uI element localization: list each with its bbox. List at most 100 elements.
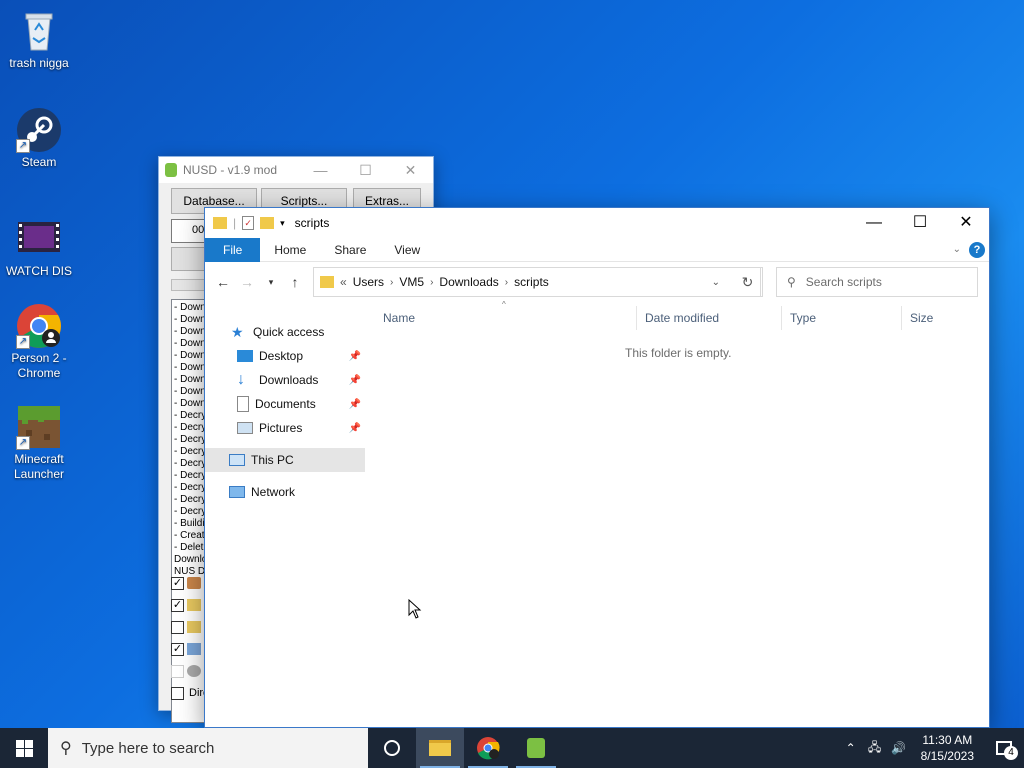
pin-icon[interactable]: 📌 bbox=[349, 375, 361, 386]
nav-label: Pictures bbox=[259, 421, 303, 435]
desktop-icon-label: Minecraft Launcher bbox=[13, 452, 65, 481]
address-dropdown-icon[interactable]: ⌄ bbox=[712, 277, 720, 288]
nav-quick-access[interactable]: ★ Quick access bbox=[205, 320, 365, 344]
nav-network[interactable]: Network bbox=[205, 480, 365, 504]
chevron-right-icon[interactable]: › bbox=[430, 277, 433, 288]
tab-file[interactable]: File bbox=[205, 237, 261, 262]
search-icon: ⚲ bbox=[60, 740, 72, 757]
system-tray: ⌃ 🖧 🔊 11:30 AM 8/15/2023 4 bbox=[839, 728, 1024, 768]
cortana-circle-icon bbox=[384, 740, 400, 756]
nav-documents[interactable]: Documents 📌 bbox=[205, 392, 365, 416]
overflow-chevron-icon[interactable]: « bbox=[340, 275, 347, 289]
title-id-value: 00 bbox=[192, 224, 205, 236]
nusd-app-icon bbox=[527, 738, 545, 758]
mouse-cursor-icon bbox=[408, 598, 422, 622]
desktop-icon-steam[interactable]: ↗ Steam bbox=[0, 107, 78, 170]
expand-ribbon-icon[interactable]: ⌄ bbox=[953, 244, 961, 255]
desktop-icon-recycle-bin[interactable]: trash nigga bbox=[0, 8, 78, 71]
checkbox-2[interactable]: ✓ bbox=[171, 599, 184, 612]
desktop-icon-video[interactable]: WATCH DIS bbox=[0, 216, 78, 279]
taskbar-search-placeholder: Type here to search bbox=[81, 739, 215, 757]
close-button[interactable]: ✕ bbox=[388, 162, 433, 179]
column-headers: Name Date modified Type Size bbox=[375, 306, 980, 330]
close-button[interactable]: ✕ bbox=[943, 208, 989, 238]
volume-icon[interactable]: 🔊 bbox=[887, 741, 911, 755]
breadcrumb-downloads[interactable]: Downloads bbox=[439, 275, 498, 289]
star-icon: ★ bbox=[231, 324, 244, 340]
disk-icon bbox=[187, 643, 201, 655]
help-icon[interactable]: ? bbox=[969, 241, 985, 258]
shortcut-arrow-icon: ↗ bbox=[16, 335, 30, 349]
clock[interactable]: 11:30 AM 8/15/2023 bbox=[911, 732, 984, 764]
nav-label: Network bbox=[251, 485, 296, 499]
nav-this-pc[interactable]: This PC bbox=[205, 448, 365, 472]
up-button[interactable]: ↑ bbox=[283, 274, 307, 290]
network-icon[interactable]: 🖧 bbox=[863, 738, 887, 759]
nav-downloads[interactable]: ↓ Downloads 📌 bbox=[205, 368, 365, 392]
windows-logo-icon bbox=[15, 739, 33, 757]
search-icon: ⚲ bbox=[787, 275, 796, 289]
refresh-button[interactable]: ↻ bbox=[733, 267, 763, 297]
notification-center-button[interactable]: 4 bbox=[984, 728, 1024, 768]
network-icon bbox=[229, 486, 245, 498]
nav-pictures[interactable]: Pictures 📌 bbox=[205, 416, 365, 440]
recent-locations-button[interactable]: ▾ bbox=[259, 277, 283, 288]
new-folder-icon[interactable] bbox=[260, 217, 275, 229]
quick-access-dropdown-icon[interactable]: ▾ bbox=[280, 218, 285, 229]
maximize-button[interactable]: ☐ bbox=[343, 162, 388, 179]
folder-icon bbox=[213, 217, 227, 229]
checkbox-5[interactable] bbox=[171, 665, 184, 678]
chevron-right-icon[interactable]: › bbox=[505, 277, 508, 288]
taskbar-chrome[interactable] bbox=[464, 728, 512, 768]
nav-label: Desktop bbox=[259, 349, 304, 363]
taskbar-file-explorer[interactable] bbox=[416, 728, 464, 768]
chevron-right-icon[interactable]: › bbox=[390, 277, 393, 288]
sort-indicator-icon: ^ bbox=[502, 300, 506, 309]
window-title: scripts bbox=[294, 216, 330, 230]
maximize-button[interactable]: ☐ bbox=[897, 208, 943, 238]
taskbar-search-box[interactable]: ⚲ Type here to search bbox=[48, 728, 368, 768]
breadcrumb-scripts[interactable]: scripts bbox=[514, 275, 549, 289]
column-size[interactable]: Size bbox=[902, 306, 980, 330]
properties-icon[interactable]: ✓ bbox=[242, 216, 255, 230]
navigation-pane: ★ Quick access Desktop 📌 ↓ Downloads 📌 D… bbox=[205, 320, 365, 720]
search-box[interactable]: ⚲ Search scripts bbox=[776, 267, 978, 297]
minimize-button[interactable]: — bbox=[298, 162, 343, 179]
column-type[interactable]: Type bbox=[782, 306, 902, 330]
column-name[interactable]: Name bbox=[375, 306, 637, 330]
pin-icon[interactable]: 📌 bbox=[349, 423, 361, 434]
explorer-titlebar[interactable]: | ✓ ▾ scripts — ☐ ✕ bbox=[205, 208, 989, 238]
breadcrumb-users[interactable]: Users bbox=[353, 275, 384, 289]
nav-label: Quick access bbox=[253, 325, 325, 339]
minimize-button[interactable]: — bbox=[851, 208, 897, 238]
pin-icon[interactable]: 📌 bbox=[349, 399, 361, 410]
tab-view[interactable]: View bbox=[380, 238, 434, 262]
breadcrumb-vm5[interactable]: VM5 bbox=[399, 275, 424, 289]
pack-icon bbox=[187, 577, 201, 589]
column-date-modified[interactable]: Date modified bbox=[637, 306, 782, 330]
nusd-title: NUSD - v1.9 mod bbox=[183, 163, 278, 177]
checkbox-3[interactable] bbox=[171, 621, 184, 634]
checkbox-4[interactable]: ✓ bbox=[171, 643, 184, 656]
desktop-icon-chrome[interactable]: ↗ Person 2 - Chrome bbox=[0, 303, 78, 381]
desktop-icon-minecraft[interactable]: ↗ Minecraft Launcher bbox=[0, 404, 78, 482]
show-hidden-icons-chevron-icon[interactable]: ⌃ bbox=[839, 741, 863, 755]
taskbar-nusd[interactable] bbox=[512, 728, 560, 768]
separator: | bbox=[233, 216, 237, 230]
computer-icon bbox=[229, 454, 245, 466]
task-view-button[interactable] bbox=[368, 728, 416, 768]
checkbox-6[interactable] bbox=[171, 687, 184, 700]
tab-home[interactable]: Home bbox=[260, 238, 320, 262]
forward-button[interactable]: → bbox=[235, 274, 259, 290]
search-placeholder: Search scripts bbox=[805, 275, 882, 289]
pin-icon[interactable]: 📌 bbox=[349, 351, 361, 362]
back-button[interactable]: ← bbox=[211, 274, 235, 290]
nusd-titlebar[interactable]: NUSD - v1.9 mod — ☐ ✕ bbox=[159, 157, 433, 183]
file-explorer-window[interactable]: | ✓ ▾ scripts — ☐ ✕ File Home Share View… bbox=[204, 207, 990, 728]
start-button[interactable] bbox=[0, 728, 48, 768]
checkbox-1[interactable]: ✓ bbox=[171, 577, 184, 590]
tab-share[interactable]: Share bbox=[320, 238, 380, 262]
package-icon bbox=[187, 599, 201, 611]
address-bar[interactable]: « Users › VM5 › Downloads › scripts ⌄ bbox=[313, 267, 761, 297]
nav-desktop[interactable]: Desktop 📌 bbox=[205, 344, 365, 368]
